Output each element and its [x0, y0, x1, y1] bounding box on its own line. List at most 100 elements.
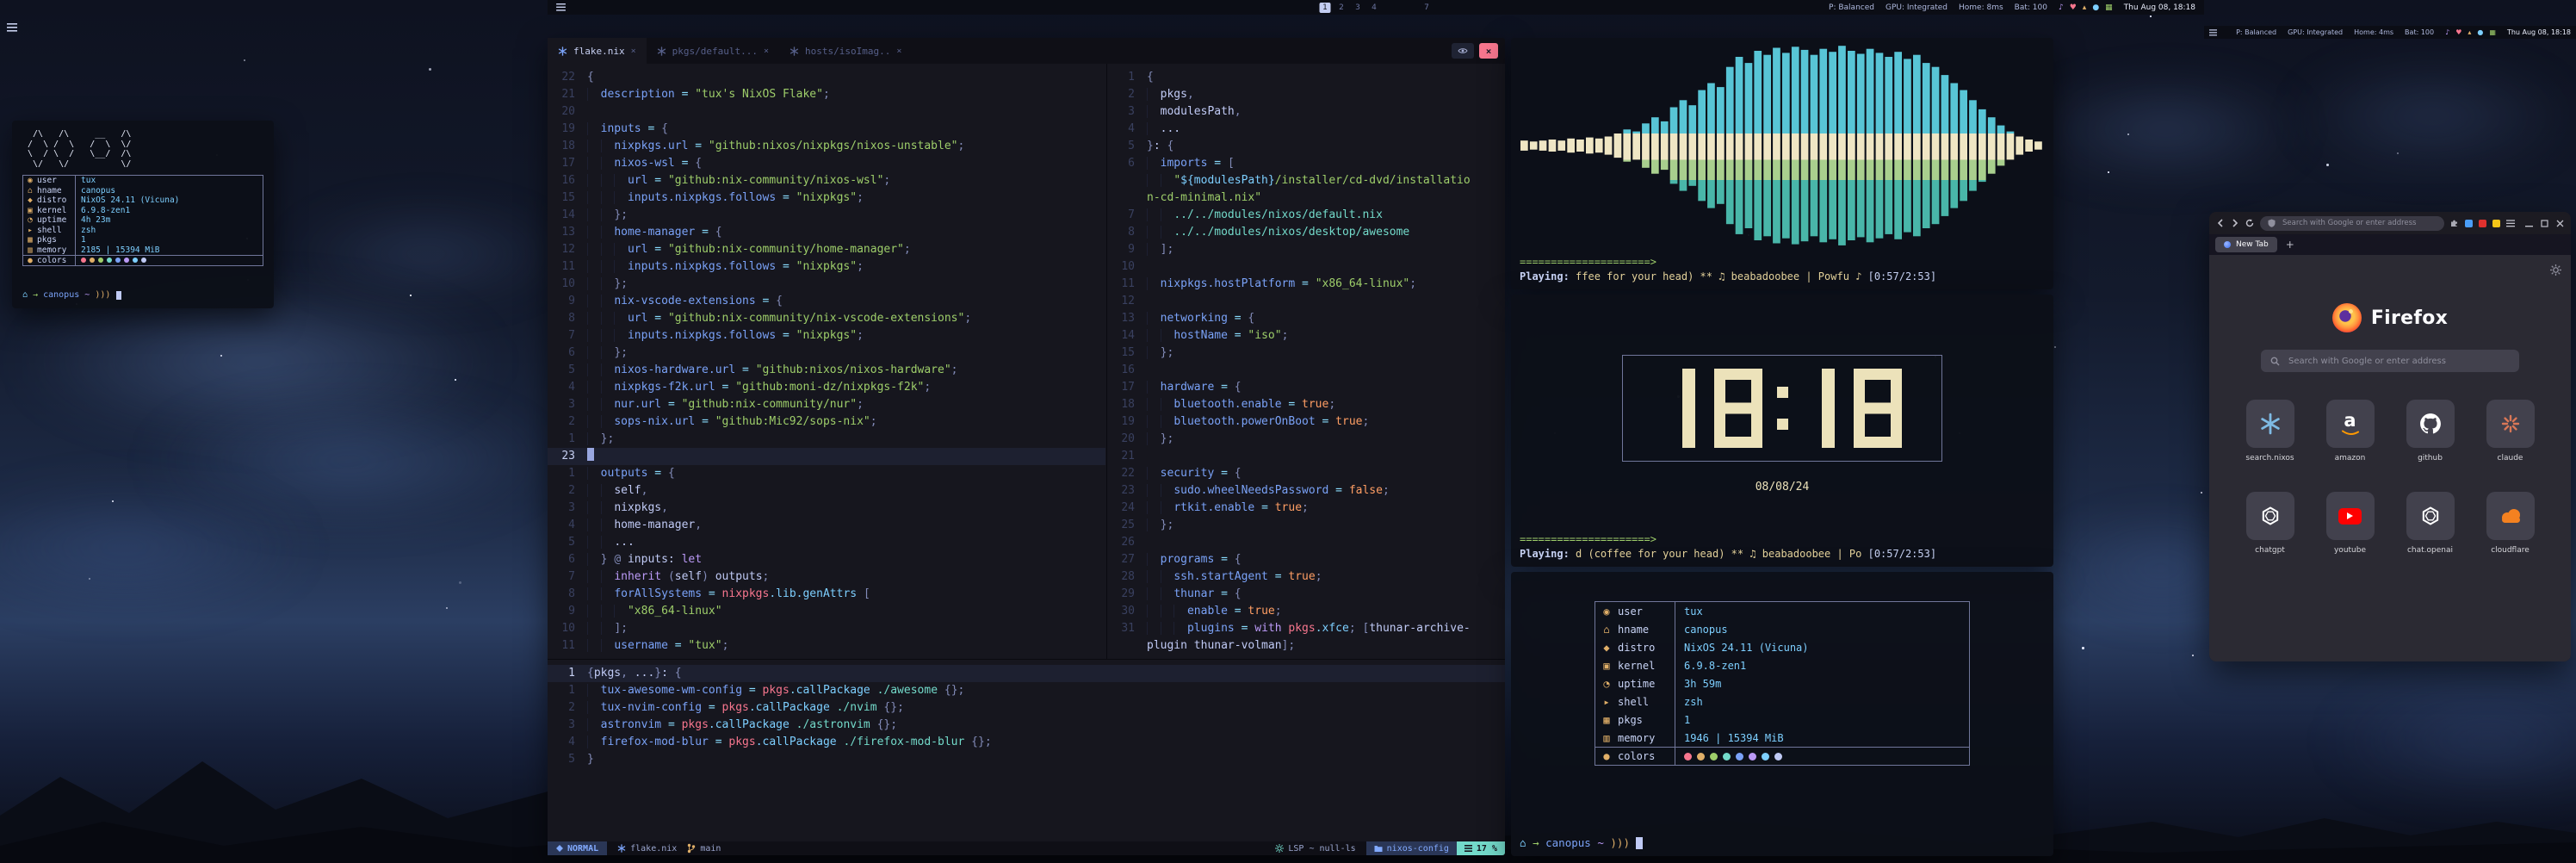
line-number: 5: [1107, 138, 1147, 155]
close-icon[interactable]: ×: [631, 47, 636, 56]
tray-icon[interactable]: ♥: [2070, 3, 2077, 12]
neovim-window[interactable]: flake.nix × pkgs/default... × hosts/isoI…: [548, 38, 1505, 855]
star: [2201, 492, 2202, 494]
star: [89, 578, 90, 580]
star: [410, 295, 412, 296]
color-dot: [1697, 753, 1705, 761]
shortcut-tile[interactable]: cloudflare: [2470, 492, 2550, 555]
menu-icon[interactable]: [556, 3, 566, 11]
fetch-row-icon: ▦: [1595, 714, 1618, 726]
tray-icon[interactable]: ▦: [2489, 28, 2496, 36]
fetch-row-value: 4h 23m: [75, 215, 263, 226]
nix-icon: [617, 844, 626, 853]
line-number: 23: [548, 448, 587, 465]
code-line: 7 ../../modules/nixos/default.nix: [1107, 207, 1505, 224]
extension-icon[interactable]: [2479, 220, 2486, 227]
shortcut-tile[interactable]: chat.openai: [2390, 492, 2470, 555]
extensions-icon[interactable]: [2450, 219, 2459, 227]
refresh-button[interactable]: [2245, 219, 2254, 227]
firefox-search-bar[interactable]: [2261, 350, 2519, 372]
workspace-tag[interactable]: 4: [1369, 3, 1380, 13]
terminal-clock[interactable]: 08/08/24 =====================> Playing:…: [1511, 295, 2053, 567]
code-line: 1 outputs = {: [548, 465, 1105, 482]
fetch-row-value: 6.9.8-zen1: [75, 206, 263, 216]
tab-hosts-iso[interactable]: hosts/isoImag.. ×: [779, 38, 912, 64]
back-button[interactable]: [2216, 219, 2225, 227]
tray-icon[interactable]: ▴: [2083, 3, 2087, 12]
extension-icon[interactable]: [2492, 220, 2500, 227]
workspace-tag[interactable]: 1: [1320, 3, 1331, 13]
editor-close-button[interactable]: ×: [1479, 43, 1498, 59]
maximize-icon[interactable]: [2541, 220, 2548, 227]
close-icon[interactable]: [2556, 220, 2564, 227]
tray-icon[interactable]: ▴: [2468, 28, 2471, 36]
star: [2326, 164, 2329, 166]
hamburger-menu-icon[interactable]: [2506, 220, 2515, 227]
line-number: 22: [1107, 465, 1147, 482]
shortcut-tile[interactable]: search.nixos: [2230, 400, 2310, 463]
tray-icon[interactable]: ♪: [2059, 3, 2064, 12]
line-number: 25: [1107, 517, 1147, 534]
shell-prompt: ⌂ → canopus ~ ))): [22, 290, 263, 300]
code-line: 22 security = {: [1107, 465, 1505, 482]
browser-tab-new-tab[interactable]: New Tab: [2215, 237, 2277, 252]
fetch-row-icon: ⌂: [1595, 624, 1618, 636]
line-number: 11: [548, 637, 587, 655]
workspace-tag[interactable]: 7: [1421, 3, 1433, 13]
shortcut-tile[interactable]: youtube: [2310, 492, 2390, 555]
fetch-row: ◉usertux: [1595, 602, 1969, 620]
nix-icon: [657, 47, 666, 56]
search-input[interactable]: [2287, 356, 2510, 367]
workspace-tag[interactable]: 3: [1353, 3, 1364, 13]
workspace-tag[interactable]: 2: [1336, 3, 1347, 13]
code-line: 21 description = "tux's NixOS Flake";: [548, 86, 1105, 103]
tab-flake-nix[interactable]: flake.nix ×: [548, 38, 647, 64]
eye-toggle-button[interactable]: [1452, 43, 1474, 59]
menu-icon[interactable]: [2209, 29, 2217, 36]
code-line: 20: [548, 103, 1105, 121]
url-input[interactable]: [2281, 218, 2437, 228]
fetch-row: ◔uptime4h 23m: [23, 215, 263, 226]
tty-clock: [1622, 355, 1942, 462]
editor-pane-flake[interactable]: 22{21 description = "tux's NixOS Flake";…: [548, 64, 1105, 659]
shortcut-tile[interactable]: github: [2390, 400, 2470, 463]
forward-button[interactable]: [2231, 219, 2239, 227]
code-line: 17 nixos-wsl = {: [548, 155, 1105, 172]
editor-pane-pkgs[interactable]: 1{pkgs, ...}: {1 tux-awesome-wm-config =…: [548, 659, 1505, 841]
shortcut-tile[interactable]: claude: [2470, 400, 2550, 463]
system-tray: ♪ ♥ ▴ ● ▦: [2059, 3, 2113, 12]
tray-icon[interactable]: ●: [2092, 3, 2099, 12]
url-bar[interactable]: [2260, 216, 2444, 231]
editor-pane-iso[interactable]: 1{2 pkgs,3 modulesPath,4 ...5}: {6 impor…: [1106, 64, 1505, 659]
terminal-fetch-left[interactable]: /\ /\ __ /\ / \ / \ / \ \/ \ / \ / \__/ …: [12, 121, 274, 308]
line-number: 1: [548, 682, 587, 699]
shortcut-tile[interactable]: chatgpt: [2230, 492, 2310, 555]
tray-icon[interactable]: ●: [2477, 28, 2483, 36]
line-number: 11: [1107, 276, 1147, 293]
tray-icon[interactable]: ♪: [2445, 28, 2449, 36]
new-tab-button[interactable]: +: [2286, 239, 2294, 251]
close-icon[interactable]: ×: [896, 47, 901, 56]
tray-icon[interactable]: ♥: [2455, 28, 2461, 36]
tray-icon[interactable]: ▦: [2105, 3, 2113, 12]
code-line: 1 };: [548, 431, 1105, 448]
fetch-row-label: distro: [1618, 642, 1675, 654]
line-number: 2: [548, 699, 587, 717]
menu-icon[interactable]: [7, 23, 17, 32]
close-icon[interactable]: ×: [764, 47, 769, 56]
terminal-cava[interactable]: =====================> Playing: ffee for…: [1511, 38, 2053, 289]
tab-pkgs-default[interactable]: pkgs/default... ×: [647, 38, 779, 64]
terminal-fetch-right[interactable]: ◉usertux⌂hnamecanopus◆distroNixOS 24.11 …: [1511, 572, 2053, 856]
minimize-icon[interactable]: [2525, 220, 2533, 227]
extension-icon[interactable]: [2465, 220, 2473, 227]
personalize-gear-icon[interactable]: [2550, 263, 2561, 279]
line-number: 16: [1107, 362, 1147, 379]
code-line: 11 username = "tux";: [548, 637, 1105, 655]
line-number: 6: [548, 551, 587, 568]
code-line: 6 } @ inputs: let: [548, 551, 1105, 568]
shortcut-tile[interactable]: aamazon: [2310, 400, 2390, 463]
fetch-row: ▦pkgs1: [1595, 711, 1969, 729]
line-number: 19: [548, 121, 587, 138]
firefox-window[interactable]: New Tab + Firefox search.nixosaamazongit…: [2209, 212, 2571, 661]
color-dot: [107, 258, 112, 263]
